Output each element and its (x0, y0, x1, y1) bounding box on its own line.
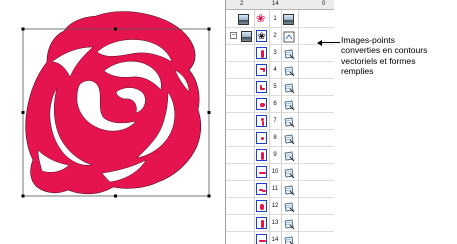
object-thumbnail-icon[interactable] (256, 183, 267, 195)
shape-mark (261, 152, 264, 160)
traced-image-icon: ❀ (257, 31, 266, 41)
callout-arrow-icon (317, 40, 322, 46)
shape-mark (260, 103, 265, 107)
row-number: 11 (271, 186, 279, 192)
shape-mark (261, 137, 264, 140)
object-thumbnail-icon[interactable] (256, 234, 267, 244)
row-number: 4 (273, 67, 277, 73)
table-row[interactable]: 14 (226, 232, 334, 244)
shape-mark (261, 88, 265, 90)
shape-mark (261, 50, 264, 58)
fill-stitch-icon (283, 234, 295, 244)
object-thumbnail-icon[interactable] (256, 81, 267, 93)
fill-stitch-icon (283, 81, 295, 94)
object-thumbnail-icon[interactable] (256, 217, 267, 229)
table-row[interactable]: 13 (226, 215, 334, 232)
object-thumbnail-icon[interactable] (256, 132, 267, 144)
header-col-1: 2 (240, 1, 244, 7)
table-row[interactable]: 6 (226, 96, 334, 113)
picture-icon (283, 14, 294, 25)
fill-stitch-icon (283, 64, 295, 77)
table-row[interactable]: 9 (226, 147, 334, 164)
design-canvas[interactable] (0, 0, 215, 244)
table-row[interactable]: 10 (226, 164, 334, 181)
shape-mark (262, 190, 266, 192)
row-number: 9 (273, 152, 277, 158)
rose-drawing[interactable] (0, 0, 215, 244)
fill-stitch-icon (283, 183, 295, 196)
table-row[interactable]: 3 (226, 45, 334, 62)
callout-line (318, 42, 340, 43)
header-col-3: 0 (322, 1, 326, 7)
row-number: 8 (273, 135, 277, 141)
table-row[interactable]: 12 (226, 198, 334, 215)
object-thumbnail-icon[interactable]: ❀ (256, 30, 267, 42)
shape-mark (263, 69, 265, 72)
object-thumbnail-icon[interactable] (256, 98, 267, 110)
object-thumbnail-icon[interactable] (256, 47, 267, 59)
row-number: 1 (273, 16, 277, 22)
fill-stitch-icon (283, 200, 295, 213)
row-number: 3 (273, 50, 277, 56)
object-thumbnail-icon[interactable] (256, 149, 267, 161)
object-list-panel[interactable]: 2 14 0 ❀ 1 − ❀ 2 3 4 5 6 7 8 9 10 11 12 13 14 (225, 0, 334, 244)
object-thumbnail-icon[interactable] (256, 200, 267, 212)
shape-mark (259, 240, 266, 242)
table-row[interactable]: 4 (226, 62, 334, 79)
fill-stitch-icon (283, 47, 295, 60)
row-number: 5 (273, 84, 277, 90)
fill-stitch-icon (283, 115, 295, 128)
expand-icon[interactable]: − (230, 32, 237, 39)
panel-header: 2 14 0 (226, 0, 334, 10)
object-thumbnail-icon[interactable] (256, 115, 267, 127)
table-row[interactable]: 7 (226, 113, 334, 130)
rose-thumbnail-icon: ❀ (256, 13, 266, 25)
row-number: 10 (271, 169, 279, 175)
fill-stitch-icon (283, 217, 295, 230)
row-number: 12 (271, 203, 279, 209)
row-number: 7 (273, 118, 277, 124)
outline-icon (283, 30, 295, 43)
shape-mark (261, 220, 264, 228)
row-number: 6 (273, 101, 277, 107)
group-row[interactable]: ❀ 1 (226, 11, 334, 28)
fill-stitch-icon (283, 166, 295, 179)
callout-text: Images-points converties en contours vec… (341, 35, 428, 77)
object-thumbnail-icon[interactable] (256, 64, 267, 76)
table-row[interactable]: 11 (226, 181, 334, 198)
fill-stitch-icon (283, 132, 295, 145)
row-number: 14 (271, 237, 279, 243)
table-row[interactable]: 5 (226, 79, 334, 96)
fill-stitch-icon (283, 149, 295, 162)
bitmap-icon (241, 31, 252, 42)
row-number: 13 (271, 220, 279, 226)
object-thumbnail-icon[interactable] (256, 166, 267, 178)
shape-mark (260, 204, 264, 210)
shape-mark (259, 172, 266, 174)
shape-mark (262, 121, 264, 126)
row-number: 2 (273, 33, 277, 39)
fill-stitch-icon (283, 98, 295, 111)
header-col-2: 14 (272, 1, 279, 7)
table-row[interactable]: 8 (226, 130, 334, 147)
bitmap-icon (238, 14, 249, 25)
